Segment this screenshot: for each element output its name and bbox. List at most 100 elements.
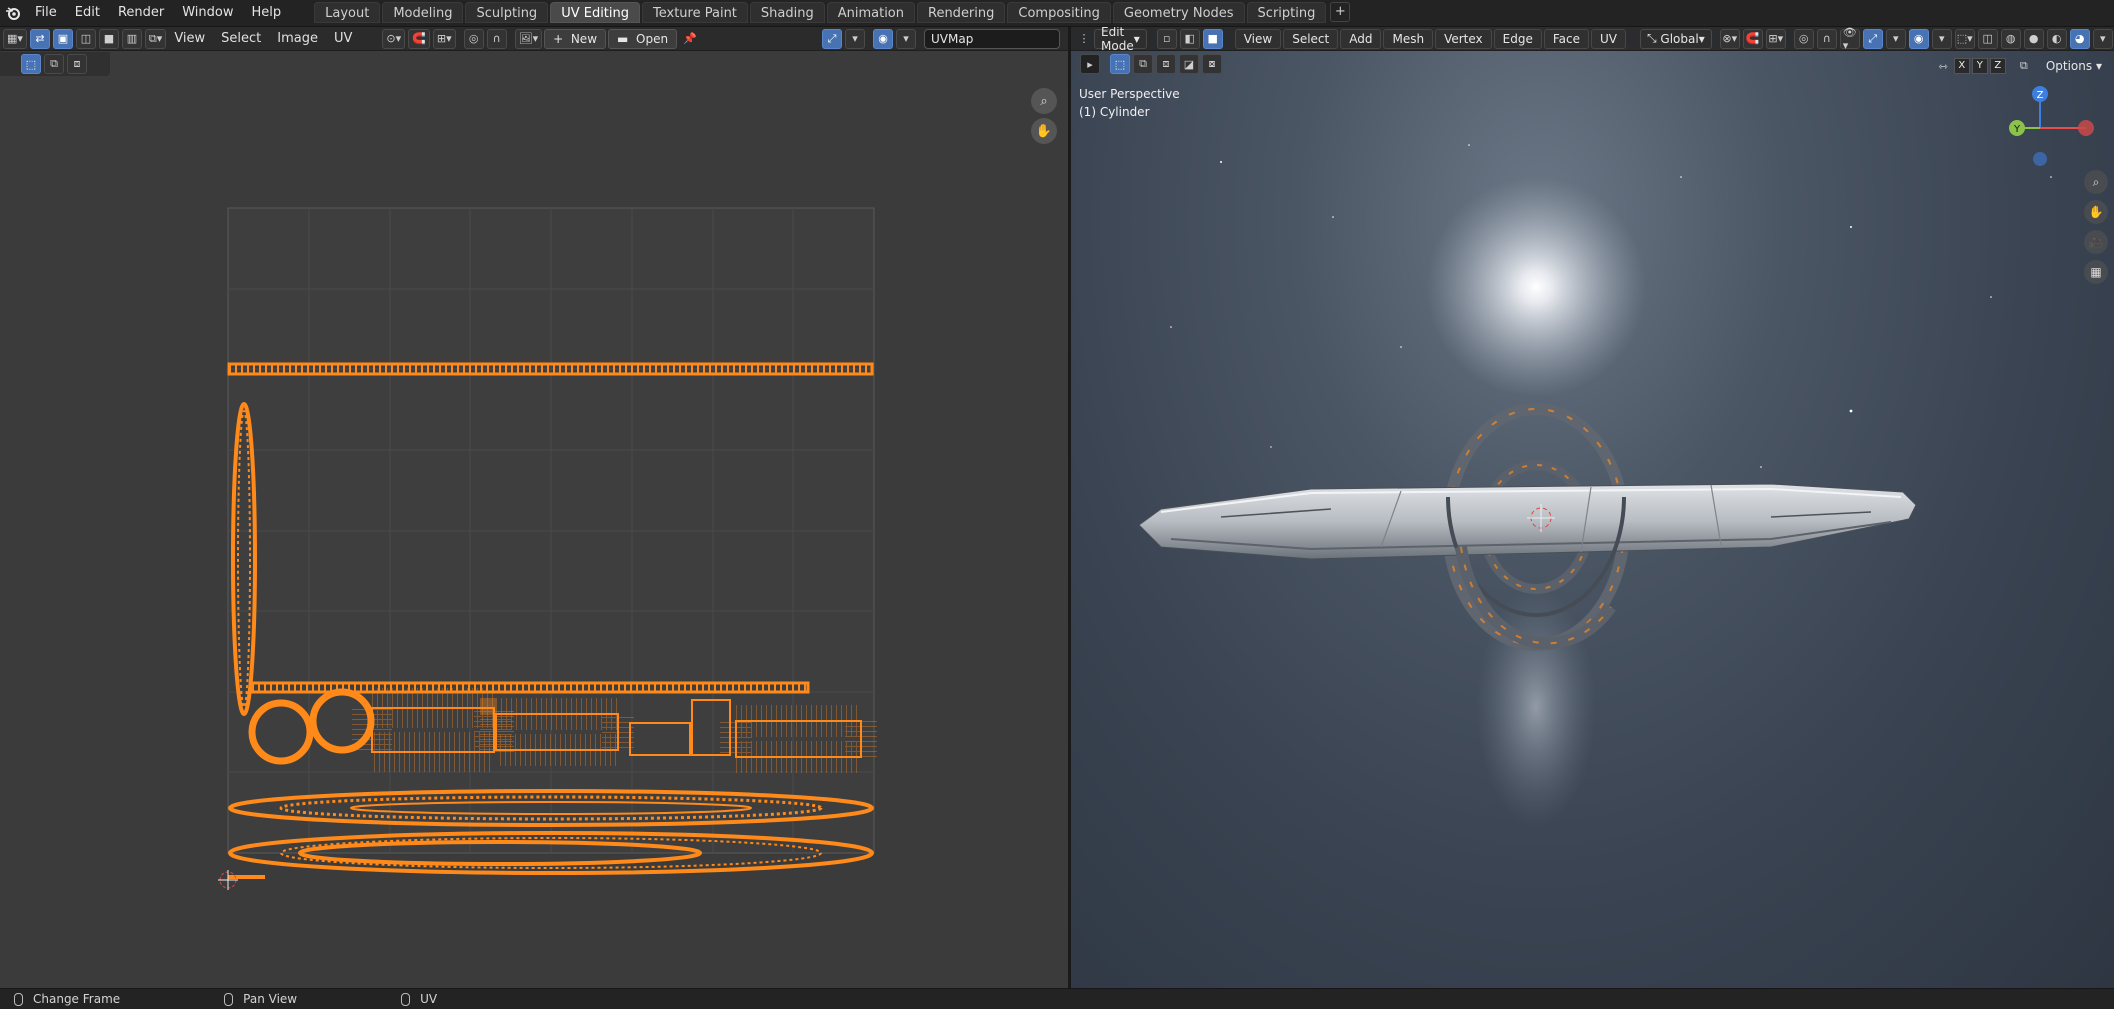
vp-menu-face[interactable]: Face — [1543, 28, 1589, 49]
xray-icon[interactable]: ◫ — [1977, 28, 1998, 49]
select-subtract-icon[interactable]: ⧈ — [1156, 54, 1176, 74]
shading-dropdown-icon[interactable]: ▾ — [2092, 28, 2113, 49]
zoom-icon[interactable]: ⌕ — [1031, 88, 1057, 114]
menu-window[interactable]: Window — [173, 2, 242, 24]
tab-geometry-nodes[interactable]: Geometry Nodes — [1112, 2, 1245, 23]
select-intersect-icon[interactable]: ⧇ — [1202, 54, 1222, 74]
uv-sticky-select-icon[interactable]: ⤢ — [822, 28, 842, 49]
material-shading-icon[interactable]: ◐ — [2046, 28, 2067, 49]
ship-hull — [1138, 483, 1917, 560]
add-workspace-button[interactable]: + — [1330, 2, 1351, 22]
snap-toggle-icon[interactable]: 🧲 — [1742, 28, 1763, 49]
camera-view-icon[interactable]: 🎥 — [2084, 230, 2108, 254]
tab-texture-paint[interactable]: Texture Paint — [642, 2, 748, 23]
face-select-icon[interactable]: ■ — [98, 28, 119, 49]
overlays-dropdown-icon[interactable]: ▾ — [896, 28, 916, 49]
pivot-point-icon[interactable]: ⊗▾ — [1719, 28, 1740, 49]
menu-edit[interactable]: Edit — [66, 2, 109, 24]
uv-menu-select[interactable]: Select — [213, 31, 269, 46]
3d-viewport[interactable]: Z Y ⋮ Edit Mode ▾ ▫ ◧ ■ View Select Add M… — [1071, 27, 2114, 988]
face-mode-icon[interactable]: ■ — [1202, 28, 1223, 49]
select-extend-icon[interactable]: ⧉ — [1133, 54, 1153, 74]
mirror-x-toggle[interactable]: X — [1953, 58, 1970, 74]
select-extend-icon[interactable]: ⧉ — [44, 54, 64, 74]
snap-icon[interactable]: 🧲 — [408, 28, 430, 49]
uv-sticky-dropdown-icon[interactable]: ▾ — [845, 28, 865, 49]
tab-sculpting[interactable]: Sculpting — [465, 2, 549, 23]
wireframe-shading-icon[interactable]: ◍ — [2000, 28, 2021, 49]
vertex-select-icon[interactable]: ▣ — [52, 28, 73, 49]
tool-settings-toggle-icon[interactable]: ▸ — [1080, 54, 1100, 74]
edge-mode-icon[interactable]: ◧ — [1179, 28, 1200, 49]
gizmo-toggle-icon[interactable]: ⤢ — [1862, 28, 1883, 49]
auto-merge-icon[interactable]: ⧉ — [2014, 56, 2034, 76]
gizmo-dropdown-icon[interactable]: ▾ — [1885, 28, 1906, 49]
proportional-falloff-icon[interactable]: ∩ — [1816, 28, 1837, 49]
pivot-icon[interactable]: ⊙▾ — [382, 28, 406, 49]
zoom-icon[interactable]: ⌕ — [2084, 170, 2108, 194]
orientation-dropdown[interactable]: ⤡ Global ▾ — [1639, 28, 1712, 49]
viewport-scene[interactable]: Z Y — [1071, 27, 2114, 988]
tab-animation[interactable]: Animation — [826, 2, 915, 23]
editor-type-3d-icon[interactable]: ⋮ — [1074, 29, 1094, 49]
rendered-shading-icon[interactable]: ◕ — [2069, 28, 2090, 49]
vp-menu-edge[interactable]: Edge — [1493, 28, 1542, 49]
menu-render[interactable]: Render — [109, 2, 173, 24]
snap-settings-icon[interactable]: ⊞▾ — [1765, 28, 1786, 49]
sun-glow — [1426, 177, 1646, 397]
select-invert-icon[interactable]: ◪ — [1179, 54, 1199, 74]
tab-uv-editing[interactable]: UV Editing — [550, 2, 641, 23]
uv-menu-view[interactable]: View — [166, 31, 213, 46]
overlay-toggle-icon[interactable]: ◉ — [1908, 28, 1929, 49]
perspective-toggle-icon[interactable]: ▦ — [2084, 260, 2108, 284]
select-mode-dropdown-icon[interactable]: ⧉▾ — [144, 28, 167, 49]
select-subtract-icon[interactable]: ⧈ — [67, 54, 87, 74]
mesh-edit-overlay-icon[interactable]: ⬚▾ — [1954, 28, 1975, 49]
new-image-button[interactable]: + New — [544, 28, 607, 49]
vertex-mode-icon[interactable]: ▫ — [1156, 28, 1177, 49]
tab-modeling[interactable]: Modeling — [382, 2, 464, 23]
blender-logo-icon[interactable] — [0, 0, 26, 26]
pan-hand-icon[interactable]: ✋ — [2084, 200, 2108, 224]
island-select-icon[interactable]: ▥ — [121, 28, 142, 49]
snap-target-icon[interactable]: ⊞▾ — [432, 28, 456, 49]
tab-rendering[interactable]: Rendering — [917, 2, 1006, 23]
falloff-icon[interactable]: ∩ — [486, 28, 507, 49]
menu-help[interactable]: Help — [243, 2, 291, 24]
tab-layout[interactable]: Layout — [314, 2, 381, 23]
open-image-button[interactable]: ▬ Open — [608, 28, 678, 49]
editor-type-icon[interactable]: ▦▾ — [3, 28, 27, 49]
pan-hand-icon[interactable]: ✋ — [1031, 118, 1057, 144]
visibility-icon[interactable]: 👁▾ — [1839, 27, 1860, 52]
sync-selection-icon[interactable]: ⇄ — [29, 28, 50, 49]
solid-shading-icon[interactable]: ● — [2023, 28, 2044, 49]
uv-menu-uv[interactable]: UV — [326, 31, 360, 46]
vp-menu-mesh[interactable]: Mesh — [1383, 28, 1434, 49]
vp-menu-vertex[interactable]: Vertex — [1435, 28, 1492, 49]
mode-dropdown[interactable]: Edit Mode ▾ — [1094, 27, 1147, 53]
vp-menu-add[interactable]: Add — [1340, 28, 1382, 49]
uv-menu-image[interactable]: Image — [269, 31, 326, 46]
vp-menu-uv[interactable]: UV — [1590, 28, 1626, 49]
proportional-editing-icon[interactable]: ◎ — [1793, 28, 1814, 49]
options-dropdown[interactable]: Options ▾ — [2040, 56, 2108, 76]
select-new-icon[interactable]: ⬚ — [1110, 54, 1130, 74]
proportional-edit-icon[interactable]: ◎ — [463, 28, 484, 49]
mirror-y-toggle[interactable]: Y — [1971, 58, 1988, 74]
image-browse-icon[interactable]: 🖼▾ — [514, 28, 543, 49]
pin-icon[interactable]: 📌 — [680, 29, 700, 49]
overlay-dropdown-icon[interactable]: ▾ — [1931, 28, 1952, 49]
tab-shading[interactable]: Shading — [749, 2, 825, 23]
uv-canvas[interactable] — [0, 27, 1068, 988]
mirror-z-toggle[interactable]: Z — [1989, 58, 2006, 74]
uvmap-field[interactable]: UVMap — [924, 28, 1060, 49]
uv-editor-area[interactable]: ▦▾ ⇄ ▣ ◫ ■ ▥ ⧉▾ View Select Image UV ⊙▾ … — [0, 27, 1068, 988]
edge-select-icon[interactable]: ◫ — [75, 28, 96, 49]
vp-menu-view[interactable]: View — [1234, 28, 1282, 49]
overlays-icon[interactable]: ◉ — [873, 28, 893, 49]
menu-file[interactable]: File — [26, 2, 66, 24]
vp-menu-select[interactable]: Select — [1283, 28, 1339, 49]
tab-scripting[interactable]: Scripting — [1246, 2, 1327, 23]
tab-compositing[interactable]: Compositing — [1007, 2, 1111, 23]
select-box-icon[interactable]: ⬚ — [21, 54, 41, 74]
